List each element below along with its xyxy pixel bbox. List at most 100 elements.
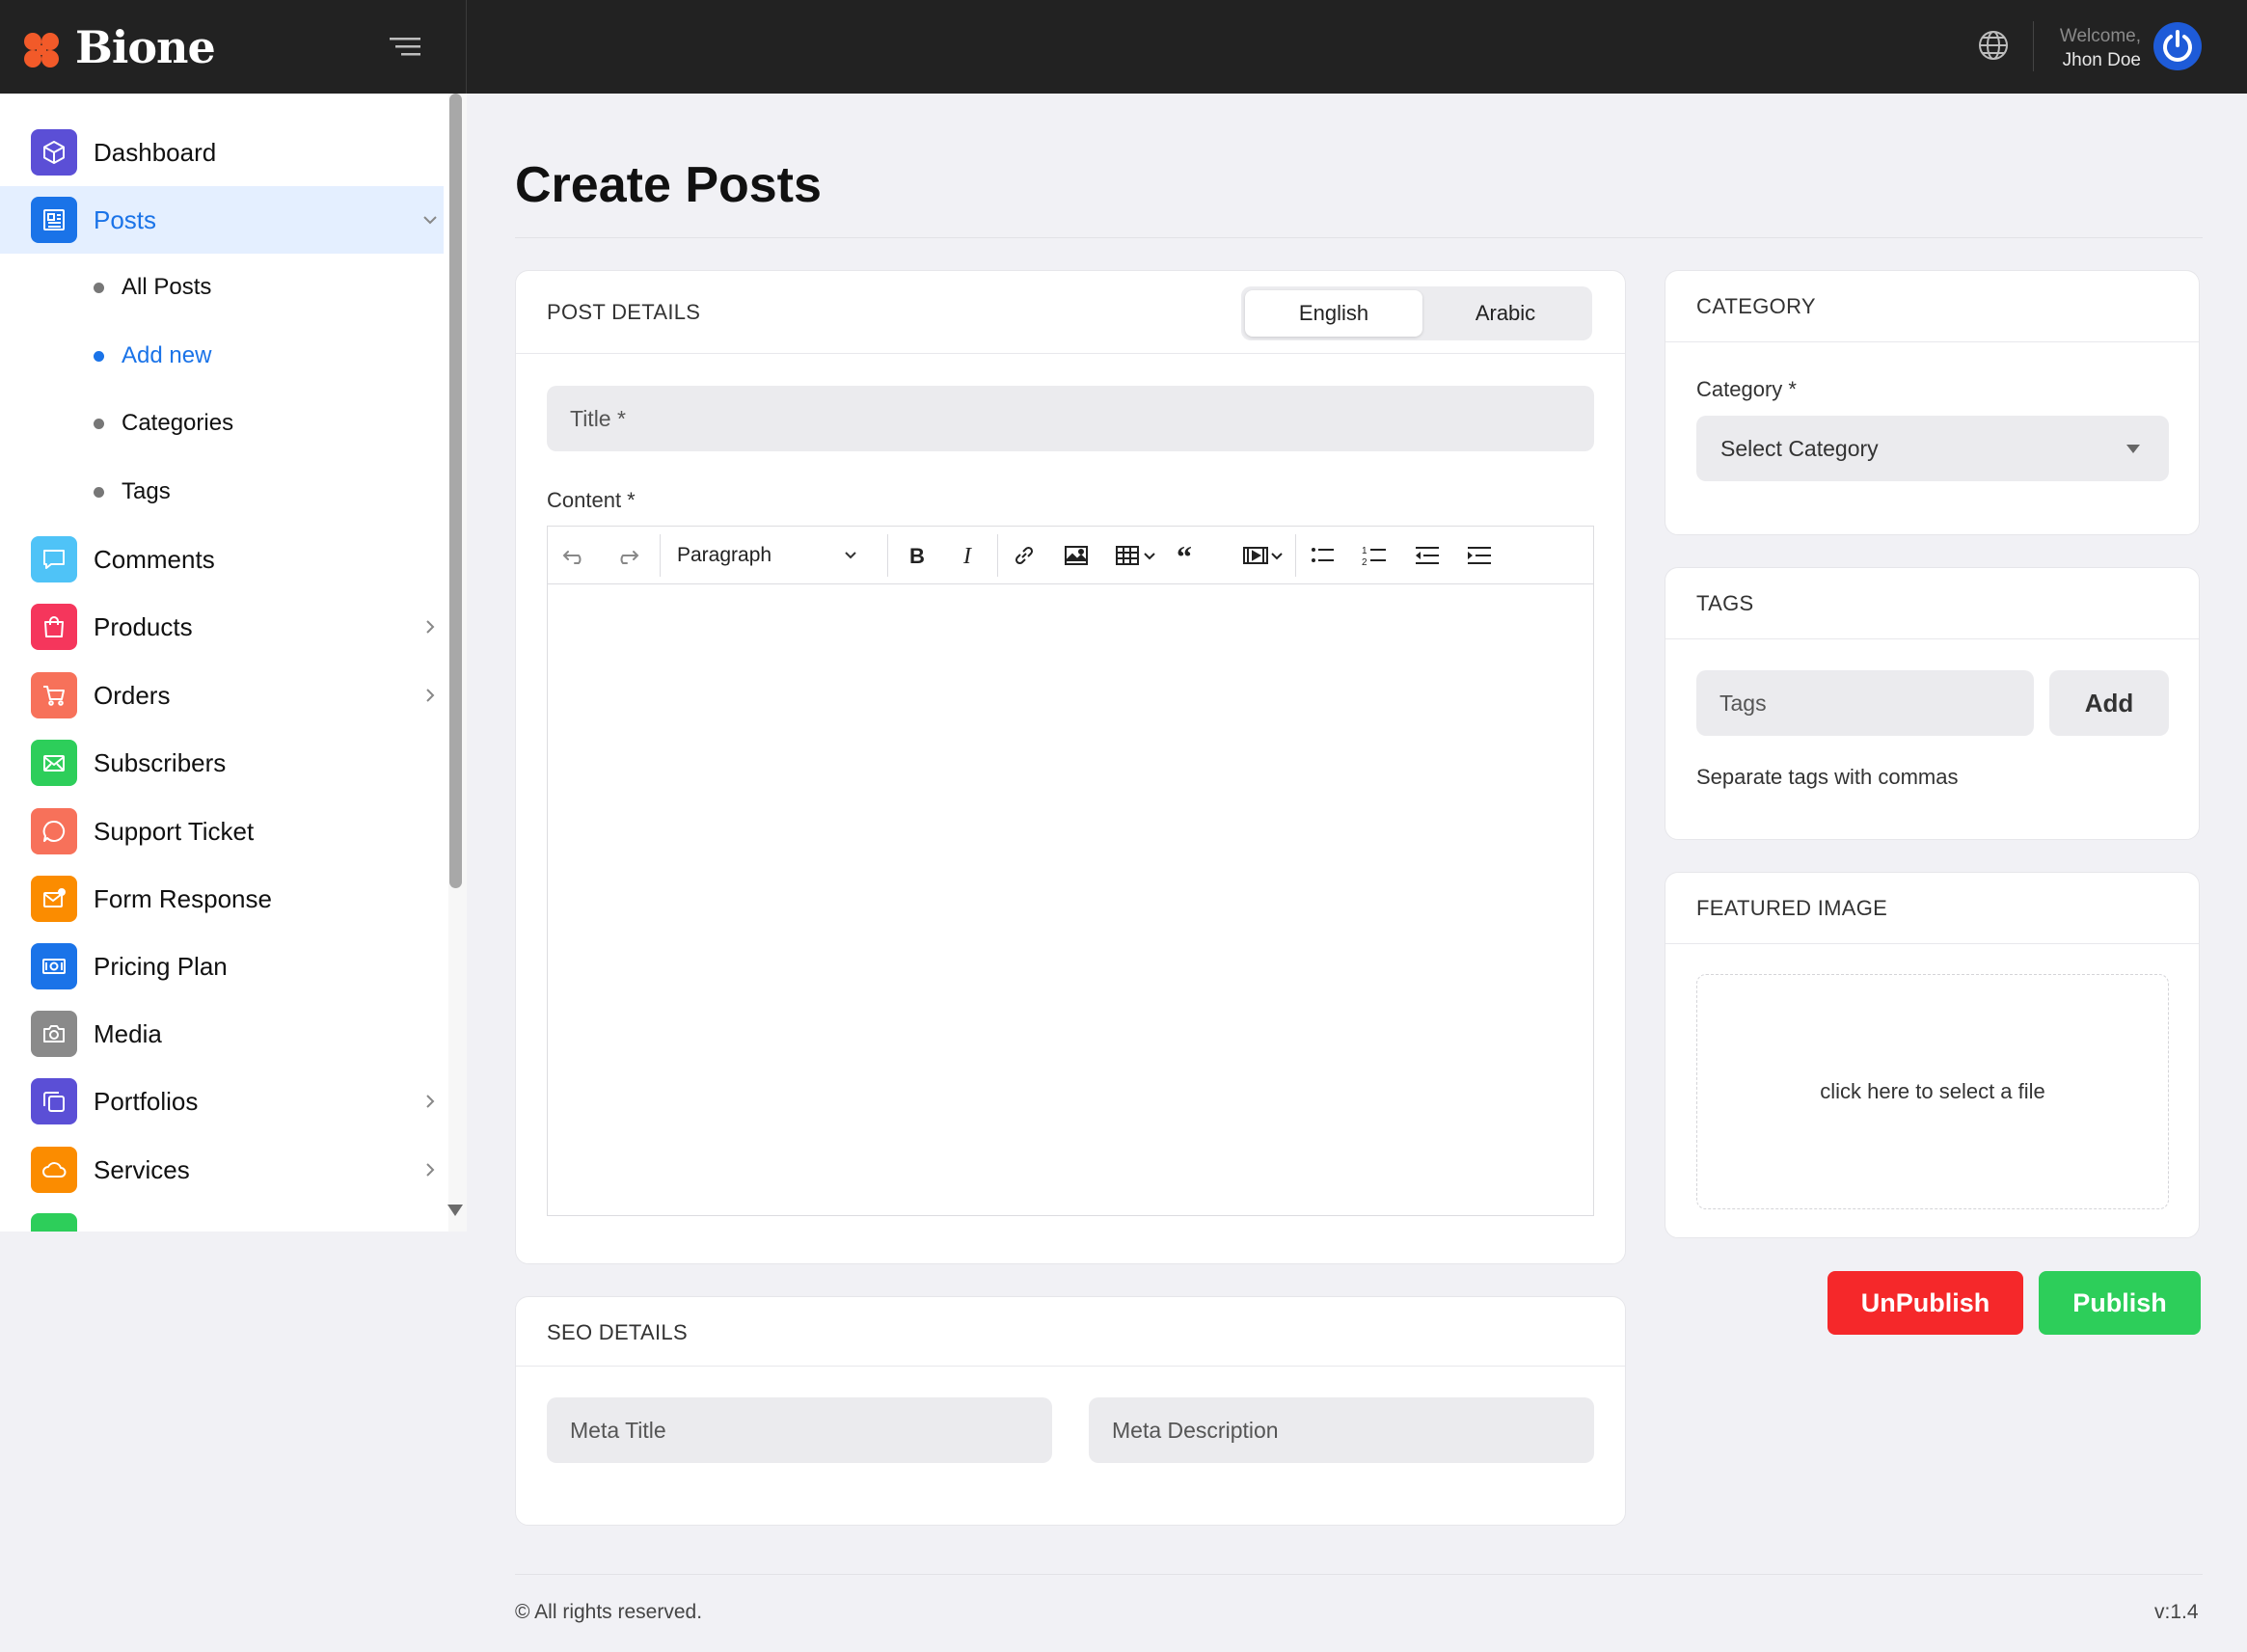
link-icon[interactable]: [1009, 540, 1040, 571]
publish-button[interactable]: Publish: [2039, 1271, 2201, 1335]
file-dropzone[interactable]: click here to select a file: [1696, 974, 2169, 1209]
services-icon-tile: [31, 1147, 77, 1193]
sidebar-item-label: Pricing Plan: [94, 952, 228, 981]
title-input[interactable]: [547, 386, 1594, 451]
media-chevron-icon[interactable]: [1267, 540, 1286, 571]
featured-image-card: FEATURED IMAGE click here to select a fi…: [1665, 872, 2200, 1238]
camera-icon: [43, 1025, 65, 1043]
bold-icon[interactable]: B: [901, 540, 932, 571]
seo-details-header: SEO DETAILS: [516, 1297, 1625, 1367]
scroll-down-arrow-icon[interactable]: [447, 1205, 463, 1216]
cloud-icon: [42, 1162, 67, 1178]
sidebar-item-services[interactable]: Services: [0, 1136, 444, 1204]
content-label: Content *: [547, 488, 636, 512]
category-header: CATEGORY: [1665, 271, 2199, 342]
toolbar-separator: [660, 534, 661, 577]
tags-input[interactable]: [1696, 670, 2034, 736]
cube-icon: [43, 141, 65, 164]
meta-title-input[interactable]: [547, 1397, 1052, 1463]
chevron-right-icon: [426, 1163, 435, 1177]
money-icon: [42, 959, 66, 974]
blockquote-icon[interactable]: “: [1173, 540, 1204, 571]
sidebar-item-label: Services: [94, 1155, 190, 1184]
tab-english[interactable]: English: [1245, 290, 1422, 337]
tags-header: TAGS: [1665, 568, 2199, 639]
sidebar-item-label: Comments: [94, 545, 215, 574]
title-divider: [515, 237, 2203, 238]
sidebar-subitem-all-posts[interactable]: All Posts: [0, 257, 444, 315]
sidebar-item-form-response[interactable]: Form Response: [0, 865, 444, 933]
sidebar-subitem-categories[interactable]: Categories: [0, 393, 444, 451]
sidebar-item-support-ticket[interactable]: Support Ticket: [0, 798, 444, 865]
sidebar-item-label: Posts: [94, 205, 157, 234]
chevron-right-icon: [426, 689, 435, 702]
svg-text:B: B: [909, 544, 925, 568]
avatar[interactable]: [2153, 22, 2202, 70]
support-ticket-icon-tile: [31, 808, 77, 854]
tab-arabic[interactable]: Arabic: [1422, 290, 1588, 337]
unpublish-button[interactable]: UnPublish: [1827, 1271, 2023, 1335]
toolbar-separator: [997, 534, 998, 577]
sidebar-item-subscribers[interactable]: Subscribers: [0, 729, 444, 797]
outdent-icon[interactable]: [1412, 540, 1443, 571]
bullet-icon: [94, 351, 104, 362]
sidebar-item-media[interactable]: Media: [0, 1000, 444, 1068]
sidebar-item-pricing-plan[interactable]: Pricing Plan: [0, 933, 444, 1000]
copy-icon: [43, 1092, 65, 1112]
sidebar-item-posts[interactable]: Posts: [0, 186, 444, 254]
add-tag-button[interactable]: Add: [2049, 670, 2169, 736]
svg-text:I: I: [962, 544, 972, 569]
image-icon[interactable]: [1061, 540, 1092, 571]
sidebar-item-orders[interactable]: Orders: [0, 662, 444, 729]
sidebar-subitem-tags[interactable]: Tags: [0, 462, 444, 520]
globe-icon[interactable]: [1977, 29, 2010, 62]
power-icon: [2163, 30, 2192, 62]
page-title: Create Posts: [515, 157, 822, 213]
caret-down-icon: [2126, 445, 2140, 453]
shopping-bag-icon: [44, 616, 64, 637]
user-name[interactable]: Jhon Doe: [2060, 48, 2141, 72]
sidebar-item-comments[interactable]: Comments: [0, 526, 444, 593]
toolbar-separator: [887, 534, 888, 577]
newspaper-icon: [43, 209, 65, 230]
sidebar-scrollbar-thumb[interactable]: [449, 94, 462, 888]
post-details-heading: POST DETAILS: [547, 300, 701, 324]
sidebar-subitem-add-new[interactable]: Add new: [0, 326, 444, 384]
paragraph-style-value: Paragraph: [677, 544, 772, 566]
editor-content-area[interactable]: [548, 585, 1593, 1215]
tags-heading: TAGS: [1696, 591, 1754, 615]
footer-divider: [515, 1574, 2203, 1575]
svg-text:“: “: [1177, 540, 1192, 571]
products-icon-tile: [31, 604, 77, 650]
sidebar-item-products[interactable]: Products: [0, 593, 444, 661]
version-text: v:1.4: [2154, 1601, 2199, 1623]
toolbar-separator: [1295, 534, 1296, 577]
featured-image-header: FEATURED IMAGE: [1665, 873, 2199, 944]
sidebar-item-portfolios[interactable]: Portfolios: [0, 1068, 444, 1135]
bullet-icon: [94, 419, 104, 429]
indent-icon[interactable]: [1464, 540, 1495, 571]
category-select[interactable]: Select Category: [1696, 416, 2169, 481]
sidebar-item-partial[interactable]: [0, 1203, 444, 1232]
brand-name: Bione: [75, 21, 216, 73]
meta-description-input[interactable]: [1089, 1397, 1594, 1463]
chat-icon: [43, 550, 65, 569]
partial-icon-tile: [31, 1213, 77, 1232]
comments-icon-tile: [31, 536, 77, 582]
menu-toggle-icon[interactable]: [390, 33, 422, 62]
dropzone-text: click here to select a file: [1820, 1079, 2045, 1103]
redo-icon[interactable]: [611, 540, 642, 571]
undo-icon[interactable]: [559, 540, 590, 571]
sidebar-item-label: Form Response: [94, 884, 272, 913]
user-greeting: Welcome, Jhon Doe: [2060, 24, 2141, 72]
sidebar-item-label: Media: [94, 1019, 162, 1048]
numbered-list-icon[interactable]: 12: [1360, 540, 1391, 571]
svg-text:2: 2: [1362, 557, 1367, 568]
header-divider: [2033, 21, 2034, 71]
sidebar-item-dashboard[interactable]: Dashboard: [0, 119, 444, 186]
table-chevron-icon[interactable]: [1140, 540, 1159, 571]
sidebar-item-label: Orders: [94, 681, 171, 710]
paragraph-style-dropdown[interactable]: Paragraph: [677, 540, 870, 571]
bulleted-list-icon[interactable]: [1308, 540, 1339, 571]
italic-icon[interactable]: I: [953, 540, 984, 571]
